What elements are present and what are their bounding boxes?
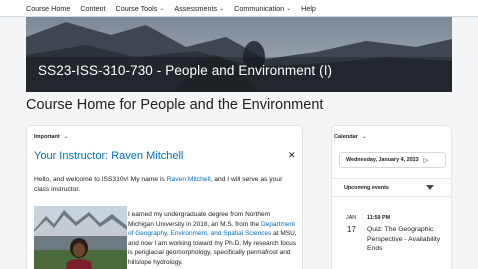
- widget-title: Important: [34, 134, 60, 140]
- calendar-widget: Calendar ⌄ Wednesday, January 4, 2023 ▷ …: [331, 125, 452, 269]
- nav-course-home[interactable]: Course Home: [26, 4, 70, 13]
- chevron-down-icon: ⌄: [63, 134, 69, 140]
- bio-text: I earned my undergraduate degree from No…: [128, 211, 271, 228]
- event-time: 11:59 PM: [367, 215, 391, 221]
- nav-content[interactable]: Content: [80, 4, 105, 13]
- banner-image: [26, 17, 452, 92]
- nav-label: Content: [80, 3, 106, 13]
- intro-text: Hello, and welcome to ISS310v! My name i…: [34, 176, 167, 183]
- bio-paragraph: I earned my undergraduate degree from No…: [128, 210, 298, 268]
- widget-header[interactable]: Calendar ⌄: [334, 134, 367, 140]
- nav-label: Assessments: [174, 3, 218, 13]
- instructor-heading: Your Instructor: Raven Mitchell: [34, 150, 184, 162]
- course-nav-bar: Course Home Content Course Tools ⌄ Assess…: [0, 0, 478, 17]
- instructor-link[interactable]: Raven Mitchell: [167, 176, 211, 183]
- current-date: Wednesday, January 4, 2023: [346, 157, 419, 163]
- event-day: 17: [347, 225, 356, 234]
- nav-label: Help: [301, 3, 316, 13]
- upcoming-events-header[interactable]: Upcoming events: [332, 178, 451, 197]
- widget-title: Calendar: [334, 134, 358, 140]
- instructor-photo: [34, 206, 127, 269]
- chevron-down-icon: ⌄: [159, 5, 165, 12]
- important-widget: Important ⌄ Your Instructor: Raven Mitch…: [26, 125, 303, 269]
- chevron-down-icon: ⌄: [286, 5, 292, 12]
- chevron-right-icon[interactable]: ▷: [424, 157, 429, 164]
- caret-down-icon: [426, 185, 434, 190]
- nav-assessments[interactable]: Assessments ⌄: [174, 4, 224, 13]
- page-title: Course Home for People and the Environme…: [26, 97, 324, 113]
- nav-help[interactable]: Help: [301, 4, 316, 13]
- nav-communication[interactable]: Communication ⌄: [234, 4, 291, 13]
- nav-label: Course Home: [26, 3, 71, 13]
- widget-header[interactable]: Important ⌄: [34, 134, 68, 140]
- event-month: JAN: [346, 215, 357, 221]
- nav-course-tools[interactable]: Course Tools ⌄: [116, 4, 165, 13]
- chevron-down-icon: ⌄: [361, 134, 367, 140]
- event-title[interactable]: Quiz: The Geographic Perspective - Avail…: [367, 225, 447, 254]
- course-title: SS23-ISS-310-730 - People and Environmen…: [38, 63, 333, 78]
- current-date-selector[interactable]: Wednesday, January 4, 2023 ▷: [339, 152, 446, 168]
- nav-label: Course Tools: [115, 3, 158, 13]
- intro-paragraph: Hello, and welcome to ISS310v! My name i…: [34, 175, 296, 195]
- nav-label: Communication: [234, 3, 285, 13]
- course-banner: SS23-ISS-310-730 - People and Environmen…: [26, 17, 452, 92]
- close-icon[interactable]: ✕: [288, 151, 296, 160]
- chevron-down-icon: ⌄: [219, 5, 225, 12]
- upcoming-label: Upcoming events: [344, 184, 389, 191]
